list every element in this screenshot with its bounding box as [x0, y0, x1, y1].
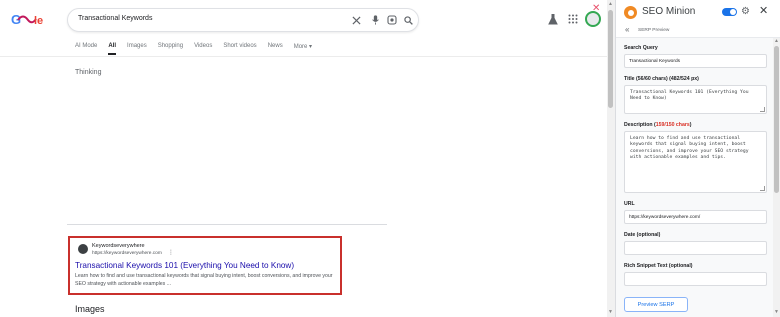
tabs-divider — [0, 56, 613, 57]
result-description: Learn how to find and use transactional … — [75, 273, 333, 287]
rich-snippet-label: Rich Snippet Text (optional) — [624, 263, 693, 269]
tab-all[interactable]: All — [108, 43, 116, 55]
title-label: Title (56/60 chars) (482/524 px) — [624, 76, 699, 82]
ai-thinking-text: Thinking — [75, 69, 102, 76]
gear-icon[interactable]: ⚙ — [741, 6, 750, 17]
panel-title: SEO Minion — [642, 6, 696, 17]
search-box[interactable]: Transactional Keywords — [67, 8, 419, 32]
rich-snippet-field[interactable] — [624, 272, 767, 286]
apps-grid-icon[interactable] — [567, 13, 579, 25]
clear-icon[interactable] — [350, 14, 362, 26]
back-chevron-icon[interactable]: « — [625, 25, 629, 34]
search-query-field[interactable]: Transactional Keywords — [624, 54, 767, 68]
panel-scroll-down-arrow-icon[interactable]: ▼ — [774, 309, 779, 315]
panel-header: SEO Minion ⚙ ✕ — [616, 0, 780, 24]
panel-scrollbar[interactable]: ▲ ▼ — [773, 38, 780, 317]
url-field[interactable]: https://keywordseverywhere.com/ — [624, 210, 767, 224]
scroll-down-arrow-icon[interactable]: ▼ — [608, 309, 613, 315]
panel-scrollbar-thumb[interactable] — [774, 46, 779, 193]
title-field-text: Transactional Keywords 101 (Everything Y… — [630, 90, 749, 102]
labs-flask-icon[interactable] — [547, 13, 559, 25]
images-section-heading: Images — [75, 304, 105, 314]
title-field[interactable]: Transactional Keywords 101 (Everything Y… — [624, 85, 767, 114]
date-field[interactable] — [624, 241, 767, 255]
page-scrollbar-thumb[interactable] — [608, 10, 613, 108]
microphone-icon[interactable] — [369, 14, 381, 26]
result-title-link[interactable]: Transactional Keywords 101 (Everything Y… — [75, 261, 294, 270]
close-icon[interactable]: ✕ — [759, 5, 768, 17]
lens-icon[interactable] — [386, 14, 398, 26]
tab-videos[interactable]: Videos — [194, 43, 212, 50]
panel-subtitle: SERP Preview — [638, 28, 670, 33]
result-site-url[interactable]: https://keywordseverywhere.com — [92, 251, 162, 256]
result-site-name[interactable]: Keywordseverywhere — [92, 243, 145, 249]
search-tabs: AI Mode All Images Shopping Videos Short… — [75, 43, 323, 55]
browser-page: G le Transactional Keywords ✕ AI Mode Al… — [0, 0, 780, 317]
date-label: Date (optional) — [624, 232, 661, 238]
google-doodle-logo-icon: G le — [11, 12, 43, 27]
page-scrollbar[interactable]: ▲ ▼ — [607, 0, 615, 317]
preview-serp-button[interactable]: Preview SERP — [624, 297, 688, 312]
enable-toggle[interactable] — [722, 8, 737, 16]
panel-form: Search Query Transactional Keywords Titl… — [616, 38, 773, 317]
search-result-highlighted: Keywordseverywhere https://keywordsevery… — [68, 236, 342, 295]
search-icon[interactable] — [402, 14, 414, 26]
search-input[interactable]: Transactional Keywords — [78, 15, 152, 22]
tab-more[interactable]: More ▾ — [294, 43, 312, 50]
description-char-count: 159/150 chars — [655, 122, 690, 128]
close-x-icon[interactable]: ✕ — [592, 3, 600, 14]
tab-images[interactable]: Images — [127, 43, 147, 50]
panel-subheader: « SERP Preview — [616, 24, 780, 38]
description-label: Description (159/150 chars) — [624, 122, 692, 128]
tab-short-videos[interactable]: Short videos — [223, 43, 256, 50]
search-query-label: Search Query — [624, 45, 658, 51]
tab-shopping[interactable]: Shopping — [158, 43, 183, 50]
seo-minion-panel: SEO Minion ⚙ ✕ « SERP Preview Search Que… — [615, 0, 780, 317]
resize-handle-icon[interactable] — [760, 107, 765, 112]
tab-ai-mode[interactable]: AI Mode — [75, 43, 97, 50]
site-favicon-icon — [78, 244, 88, 254]
google-logo[interactable]: G le — [10, 11, 50, 29]
svg-text:le: le — [34, 15, 43, 27]
panel-scroll-up-arrow-icon[interactable]: ▲ — [774, 38, 779, 44]
resize-handle-icon[interactable] — [760, 186, 765, 191]
result-menu-icon[interactable]: ⋮ — [168, 249, 174, 256]
url-label: URL — [624, 201, 635, 207]
description-field[interactable]: Learn how to find and use transactional … — [624, 131, 767, 193]
results-divider — [67, 224, 387, 225]
tab-news[interactable]: News — [268, 43, 283, 50]
scroll-up-arrow-icon[interactable]: ▲ — [608, 1, 613, 7]
seo-minion-logo-icon — [624, 6, 637, 19]
description-field-text: Learn how to find and use transactional … — [630, 136, 749, 160]
